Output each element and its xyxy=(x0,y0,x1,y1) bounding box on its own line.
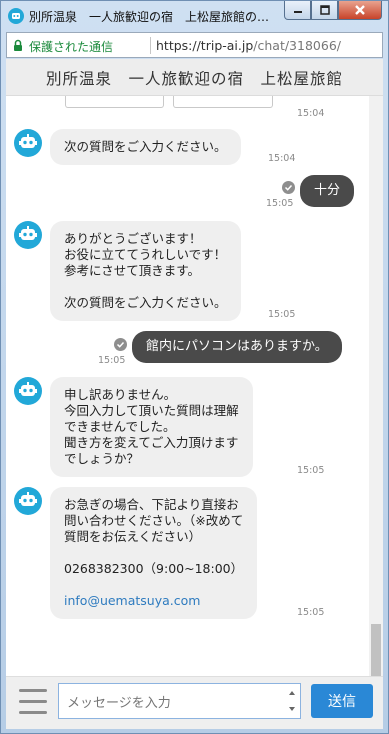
message-line: でしょうか？ xyxy=(64,451,140,466)
robot-icon xyxy=(19,226,37,240)
message-line: お役に立ててうれしいです！ xyxy=(64,247,227,262)
composer-bar: 送信 xyxy=(6,676,383,729)
read-check-icon xyxy=(282,181,295,194)
minimize-icon xyxy=(293,11,302,13)
chat-header: 別所温泉 一人旅歓迎の宿 上松屋旅館 xyxy=(6,59,383,96)
user-message: 十分 xyxy=(300,175,355,207)
url-text[interactable]: https://trip-ai.jp/chat/318066/ xyxy=(156,38,341,53)
menu-icon[interactable] xyxy=(19,686,47,718)
bot-avatar xyxy=(14,487,42,515)
secure-connection-label: 保護された通信 xyxy=(29,40,114,54)
window-title: 別所温泉 一人旅歓迎の宿 上松屋旅館の… xyxy=(29,10,269,24)
message-line: 次の質問をご入力ください。 xyxy=(64,139,227,154)
message-line: お急ぎの場合、下記より直接お xyxy=(64,497,239,512)
message-line: 次の質問をご入力ください。 xyxy=(64,295,227,310)
address-bar[interactable]: 保護された通信 https://trip-ai.jp/chat/318066/ xyxy=(6,32,383,58)
message-line xyxy=(64,577,243,593)
scrollbar-thumb[interactable] xyxy=(371,624,381,676)
message-time: 15:05 xyxy=(297,607,325,618)
robot-icon xyxy=(19,382,37,396)
read-check-icon xyxy=(114,338,127,351)
bot-message: 申し訳ありません。 今回入力して頂いた質問は理解 できませんでした。 聞き方を変… xyxy=(50,377,253,477)
message-time: 15:05 xyxy=(98,355,126,366)
bot-message: ありがとうございます！ お役に立ててうれしいです！ 参考にさせて頂きます。 次の… xyxy=(50,221,241,321)
chat-area: 別所温泉 一人旅歓迎の宿 上松屋旅館 15:04 次の質問をご入力ください。 1… xyxy=(6,59,383,676)
bot-avatar xyxy=(14,221,42,249)
message-time: 15:04 xyxy=(268,153,296,164)
user-message: 館内にパソコンはありますか。 xyxy=(132,331,342,363)
minimize-button[interactable] xyxy=(284,1,311,20)
chat-title: 別所温泉 一人旅歓迎の宿 上松屋旅館 xyxy=(45,70,343,88)
message-line: 参考にさせて頂きます。 xyxy=(64,263,201,278)
robot-icon xyxy=(19,134,37,148)
message-time: 15:05 xyxy=(266,198,294,209)
close-icon xyxy=(355,5,365,15)
title-bar: 別所温泉 一人旅歓迎の宿 上松屋旅館の… xyxy=(1,1,388,31)
browser-window: 別所温泉 一人旅歓迎の宿 上松屋旅館の… 保護された通信 https://tri… xyxy=(0,0,389,734)
window-controls xyxy=(284,1,382,21)
email-link[interactable]: info@uematsuya.com xyxy=(64,593,243,609)
maximize-icon xyxy=(319,5,330,15)
app-icon xyxy=(8,8,24,24)
message-line: 問い合わせください。（※改めて xyxy=(64,513,244,528)
message-line: 今回入力して頂いた質問は理解 xyxy=(64,403,239,418)
input-spinner-icon[interactable] xyxy=(286,685,298,717)
robot-icon xyxy=(19,492,37,506)
choice-button[interactable] xyxy=(65,96,164,108)
message-time: 15:05 xyxy=(268,309,296,320)
message-time: 15:05 xyxy=(297,465,325,476)
url-host: https://trip-ai.jp xyxy=(156,38,254,53)
message-line: 聞き方を変えてご入力頂けます xyxy=(64,435,239,450)
close-button[interactable] xyxy=(338,1,382,20)
message-line xyxy=(64,279,227,295)
send-button[interactable]: 送信 xyxy=(311,684,373,718)
bot-message: お急ぎの場合、下記より直接お 問い合わせください。（※改めて 質問をお伝えくださ… xyxy=(50,487,258,619)
bot-avatar xyxy=(14,377,42,405)
maximize-button[interactable] xyxy=(311,1,338,20)
chat-scrollbar[interactable] xyxy=(369,96,383,676)
message-line: ありがとうございます！ xyxy=(64,231,202,246)
message-time: 15:04 xyxy=(297,108,325,119)
message-line: 0268382300（9:00~18:00） xyxy=(64,561,244,576)
lock-icon xyxy=(14,39,22,51)
address-separator xyxy=(150,37,151,54)
message-line: 申し訳ありません。 xyxy=(64,387,177,402)
message-line: 質問をお伝えください） xyxy=(64,529,202,544)
message-input[interactable] xyxy=(58,683,301,719)
bot-message: 次の質問をご入力ください。 xyxy=(50,129,241,165)
url-path: /chat/318066/ xyxy=(253,38,341,53)
choice-button[interactable] xyxy=(173,96,273,108)
message-line xyxy=(64,545,243,561)
message-line: できませんでした。 xyxy=(64,419,176,434)
bot-avatar xyxy=(14,129,42,157)
